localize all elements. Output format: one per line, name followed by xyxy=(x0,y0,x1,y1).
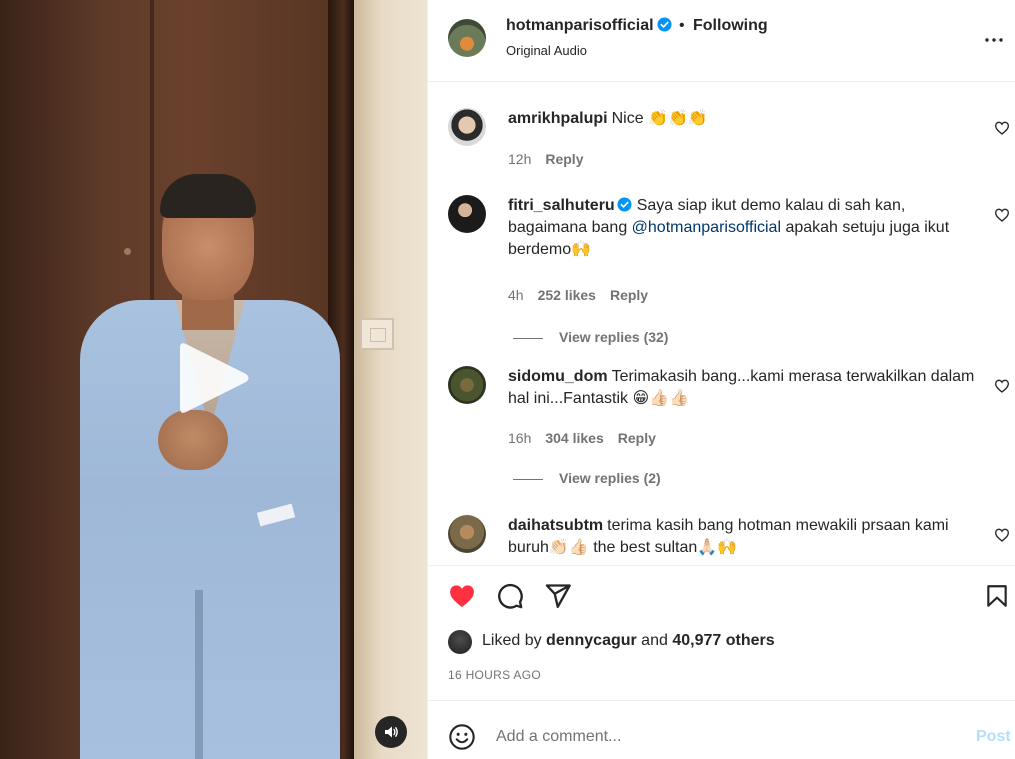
verified-icon xyxy=(657,17,672,32)
video-background-wall xyxy=(354,0,427,759)
emoji-icon[interactable] xyxy=(448,723,476,751)
action-bar xyxy=(428,565,1015,625)
light-switch xyxy=(360,318,394,350)
avatar[interactable] xyxy=(448,19,486,57)
share-icon[interactable] xyxy=(544,582,572,610)
bookmark-icon[interactable] xyxy=(984,582,1012,610)
comment-text: daihatsubtm terima kasih bang hotman mewa… xyxy=(508,517,949,556)
view-replies-button[interactable]: View replies (2) xyxy=(513,470,661,486)
verified-icon xyxy=(617,197,632,212)
comment-username[interactable]: sidomu_dom xyxy=(508,368,608,385)
avatar[interactable] xyxy=(448,515,486,553)
heart-icon[interactable] xyxy=(994,527,1010,543)
avatar[interactable] xyxy=(448,366,486,404)
comments-list[interactable]: amrikhpalupi Nice 👏👏👏 12h Reply fitri_salh… xyxy=(428,83,1015,565)
more-icon[interactable] xyxy=(982,28,1006,52)
avatar[interactable] xyxy=(448,195,486,233)
comment-text: fitri_salhuteru Saya siap ikut demo kalau… xyxy=(508,197,950,258)
video-person xyxy=(70,170,360,759)
reply-button[interactable]: Reply xyxy=(618,430,656,446)
liker-username[interactable]: dennycagur xyxy=(546,632,637,649)
post-header: hotmanparisofficial • Following Original… xyxy=(428,0,1015,82)
avatar[interactable] xyxy=(448,630,472,654)
mention-link[interactable]: @hotmanparisofficial xyxy=(632,219,781,236)
heart-icon[interactable] xyxy=(447,582,475,610)
view-replies-button[interactable]: View replies (32) xyxy=(513,329,668,345)
add-comment-bar: Post xyxy=(428,700,1015,759)
post-details-panel: hotmanparisofficial • Following Original… xyxy=(427,0,1015,759)
heart-icon[interactable] xyxy=(994,120,1010,136)
comment-input[interactable] xyxy=(496,723,956,751)
reply-button[interactable]: Reply xyxy=(610,287,648,303)
author-username[interactable]: hotmanparisofficial xyxy=(506,17,672,35)
comment-text: sidomu_dom Terimakasih bang...kami merasa… xyxy=(508,368,975,407)
post-timestamp[interactable]: 16 HOURS AGO xyxy=(448,668,541,682)
comment-likes[interactable]: 304 likes xyxy=(545,430,603,446)
comment-meta: 4h 252 likes Reply xyxy=(508,287,649,303)
following-button[interactable]: Following xyxy=(693,17,768,35)
comment-username[interactable]: amrikhpalupi xyxy=(508,110,608,127)
heart-icon[interactable] xyxy=(994,378,1010,394)
audio-link[interactable]: Original Audio xyxy=(506,43,587,58)
heart-icon[interactable] xyxy=(994,207,1010,223)
comment-likes[interactable]: 252 likes xyxy=(538,287,596,303)
post-button[interactable]: Post xyxy=(976,728,1011,746)
reel-video[interactable] xyxy=(0,0,427,759)
comment-username[interactable]: daihatsubtm xyxy=(508,517,603,534)
comment-username[interactable]: fitri_salhuteru xyxy=(508,197,615,214)
reply-button[interactable]: Reply xyxy=(545,151,583,167)
play-icon[interactable] xyxy=(178,338,250,418)
comment-meta: 12h Reply xyxy=(508,151,584,167)
comment-icon[interactable] xyxy=(496,582,524,610)
separator-dot: • xyxy=(679,17,685,34)
speaker-icon[interactable] xyxy=(375,716,407,748)
comment-text: amrikhpalupi Nice 👏👏👏 xyxy=(508,110,708,127)
likes-count[interactable]: 40,977 others xyxy=(672,632,774,649)
comment-meta: 16h 304 likes Reply xyxy=(508,430,656,446)
avatar[interactable] xyxy=(448,108,486,146)
